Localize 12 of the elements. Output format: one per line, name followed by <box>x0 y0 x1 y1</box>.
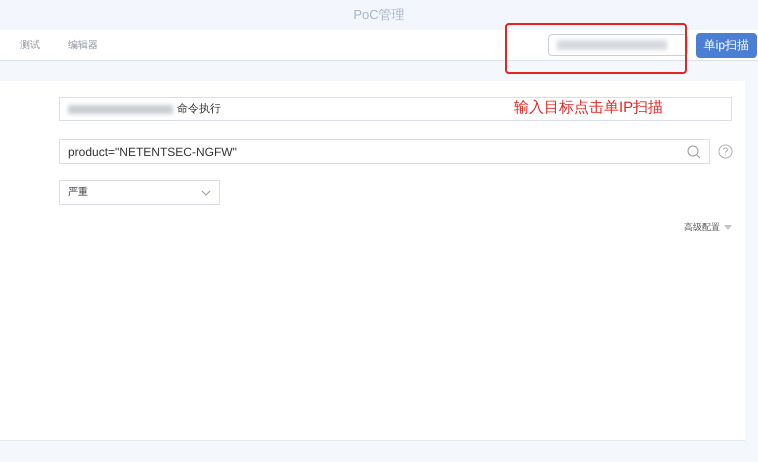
query-input-field[interactable]: product="NETENTSEC-NGFW" <box>59 139 710 164</box>
advanced-config-link[interactable]: 高级配置 <box>684 221 720 234</box>
severity-select[interactable]: 严重 <box>59 180 220 205</box>
annotation-text: 输入目标点击单IP扫描 <box>514 98 664 118</box>
help-icon[interactable] <box>718 144 733 159</box>
ip-input-field[interactable] <box>548 34 688 56</box>
caret-down-icon <box>724 225 732 230</box>
window-title: PoC管理 <box>353 6 405 24</box>
chevron-down-icon <box>201 190 211 196</box>
search-icon[interactable] <box>687 144 701 158</box>
single-ip-scan-button[interactable]: 单ip扫描 <box>696 32 757 58</box>
name-field-value: 命令执行 <box>177 102 221 117</box>
